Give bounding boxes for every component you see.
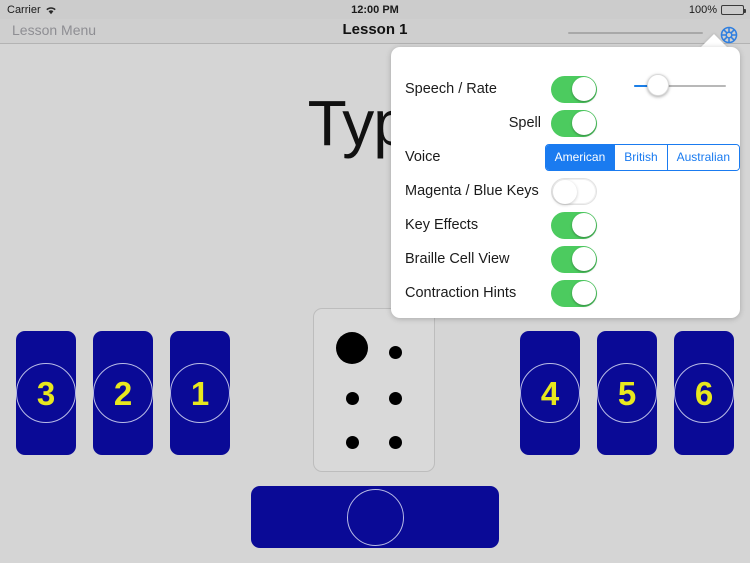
- setting-label-braille-cell-view: Braille Cell View: [405, 251, 510, 267]
- key-ring: 2: [93, 363, 153, 423]
- toggle-knob: [571, 77, 596, 101]
- toggle-knob: [571, 247, 596, 271]
- setting-label-spell: Spell: [508, 115, 541, 131]
- battery-percent-label: 100%: [688, 3, 717, 16]
- key-label: 1: [190, 374, 210, 412]
- braille-cell[interactable]: [313, 308, 435, 472]
- toggle-knob: [571, 111, 596, 135]
- key-label: 5: [617, 374, 637, 412]
- voice-option-american[interactable]: American: [545, 144, 616, 170]
- voice-option-australian[interactable]: Australian: [667, 144, 739, 170]
- toggle-knob: [571, 281, 596, 305]
- settings-popover: Speech / Rate Spell Voice American Briti…: [391, 47, 740, 318]
- setting-row-braille-cell-view: Braille Cell View: [391, 242, 740, 276]
- key-ring: 4: [520, 363, 580, 423]
- braille-dot-6: [389, 436, 402, 449]
- braille-dot-2: [346, 392, 359, 405]
- key-ring: 5: [597, 363, 657, 423]
- setting-label-magenta-blue-keys: Magenta / Blue Keys: [405, 183, 539, 199]
- navigation-bar: Lesson Menu Lesson 1: [0, 19, 750, 44]
- app-root: Carrier 12:00 PM 100% Lesson Menu Lesson…: [0, 0, 750, 563]
- key-ring: 3: [16, 363, 76, 423]
- setting-label-key-effects: Key Effects: [405, 217, 479, 233]
- status-bar-time: 12:00 PM: [351, 3, 399, 16]
- setting-row-contraction-hints: Contraction Hints: [391, 276, 740, 310]
- page-title: Lesson 1: [342, 21, 408, 38]
- braille-key-1[interactable]: 1: [170, 331, 230, 455]
- speech-rate-slider[interactable]: [634, 74, 726, 96]
- toggle-magenta-blue-keys[interactable]: [551, 177, 597, 205]
- status-bar-right: 100%: [688, 3, 746, 16]
- toggle-knob: [552, 180, 577, 204]
- setting-row-magenta-blue-keys: Magenta / Blue Keys: [391, 174, 740, 208]
- braille-dot-3: [346, 436, 359, 449]
- voice-option-british[interactable]: British: [615, 144, 668, 170]
- setting-row-spell: Spell: [391, 106, 740, 140]
- spacebar-ring: [346, 488, 404, 546]
- braille-key-4[interactable]: 4: [520, 331, 580, 455]
- braille-dot-5: [389, 392, 402, 405]
- toggle-contraction-hints[interactable]: [551, 279, 597, 307]
- navbar-slider[interactable]: [568, 32, 703, 34]
- key-label: 6: [694, 374, 714, 412]
- setting-label-voice: Voice: [405, 149, 441, 165]
- popover-arrow: [700, 34, 728, 48]
- key-label: 2: [113, 374, 133, 412]
- setting-row-key-effects: Key Effects: [391, 208, 740, 242]
- key-label: 4: [540, 374, 560, 412]
- toggle-knob: [571, 213, 596, 237]
- braille-dot-1: [336, 332, 368, 364]
- toggle-braille-cell-view[interactable]: [551, 245, 597, 273]
- settings-list: Speech / Rate Spell Voice American Briti…: [391, 47, 740, 310]
- braille-key-6[interactable]: 6: [674, 331, 734, 455]
- battery-icon: [721, 4, 746, 15]
- setting-label-speech-rate: Speech / Rate: [405, 81, 497, 97]
- braille-key-5[interactable]: 5: [597, 331, 657, 455]
- toggle-key-effects[interactable]: [551, 211, 597, 239]
- setting-row-voice: Voice American British Australian: [391, 140, 740, 174]
- status-bar: Carrier 12:00 PM 100%: [0, 0, 750, 19]
- toggle-speech-rate[interactable]: [551, 75, 597, 103]
- toggle-spell[interactable]: [551, 109, 597, 137]
- setting-row-speech-rate: Speech / Rate: [391, 72, 740, 106]
- braille-key-3[interactable]: 3: [16, 331, 76, 455]
- key-ring: 1: [170, 363, 230, 423]
- braille-dot-4: [389, 346, 402, 359]
- key-ring: 6: [674, 363, 734, 423]
- voice-segmented-control[interactable]: American British Australian: [544, 143, 740, 171]
- braille-key-2[interactable]: 2: [93, 331, 153, 455]
- key-label: 3: [36, 374, 56, 412]
- setting-label-contraction-hints: Contraction Hints: [405, 285, 517, 301]
- slider-thumb[interactable]: [646, 74, 669, 96]
- spacebar-key[interactable]: [251, 486, 499, 548]
